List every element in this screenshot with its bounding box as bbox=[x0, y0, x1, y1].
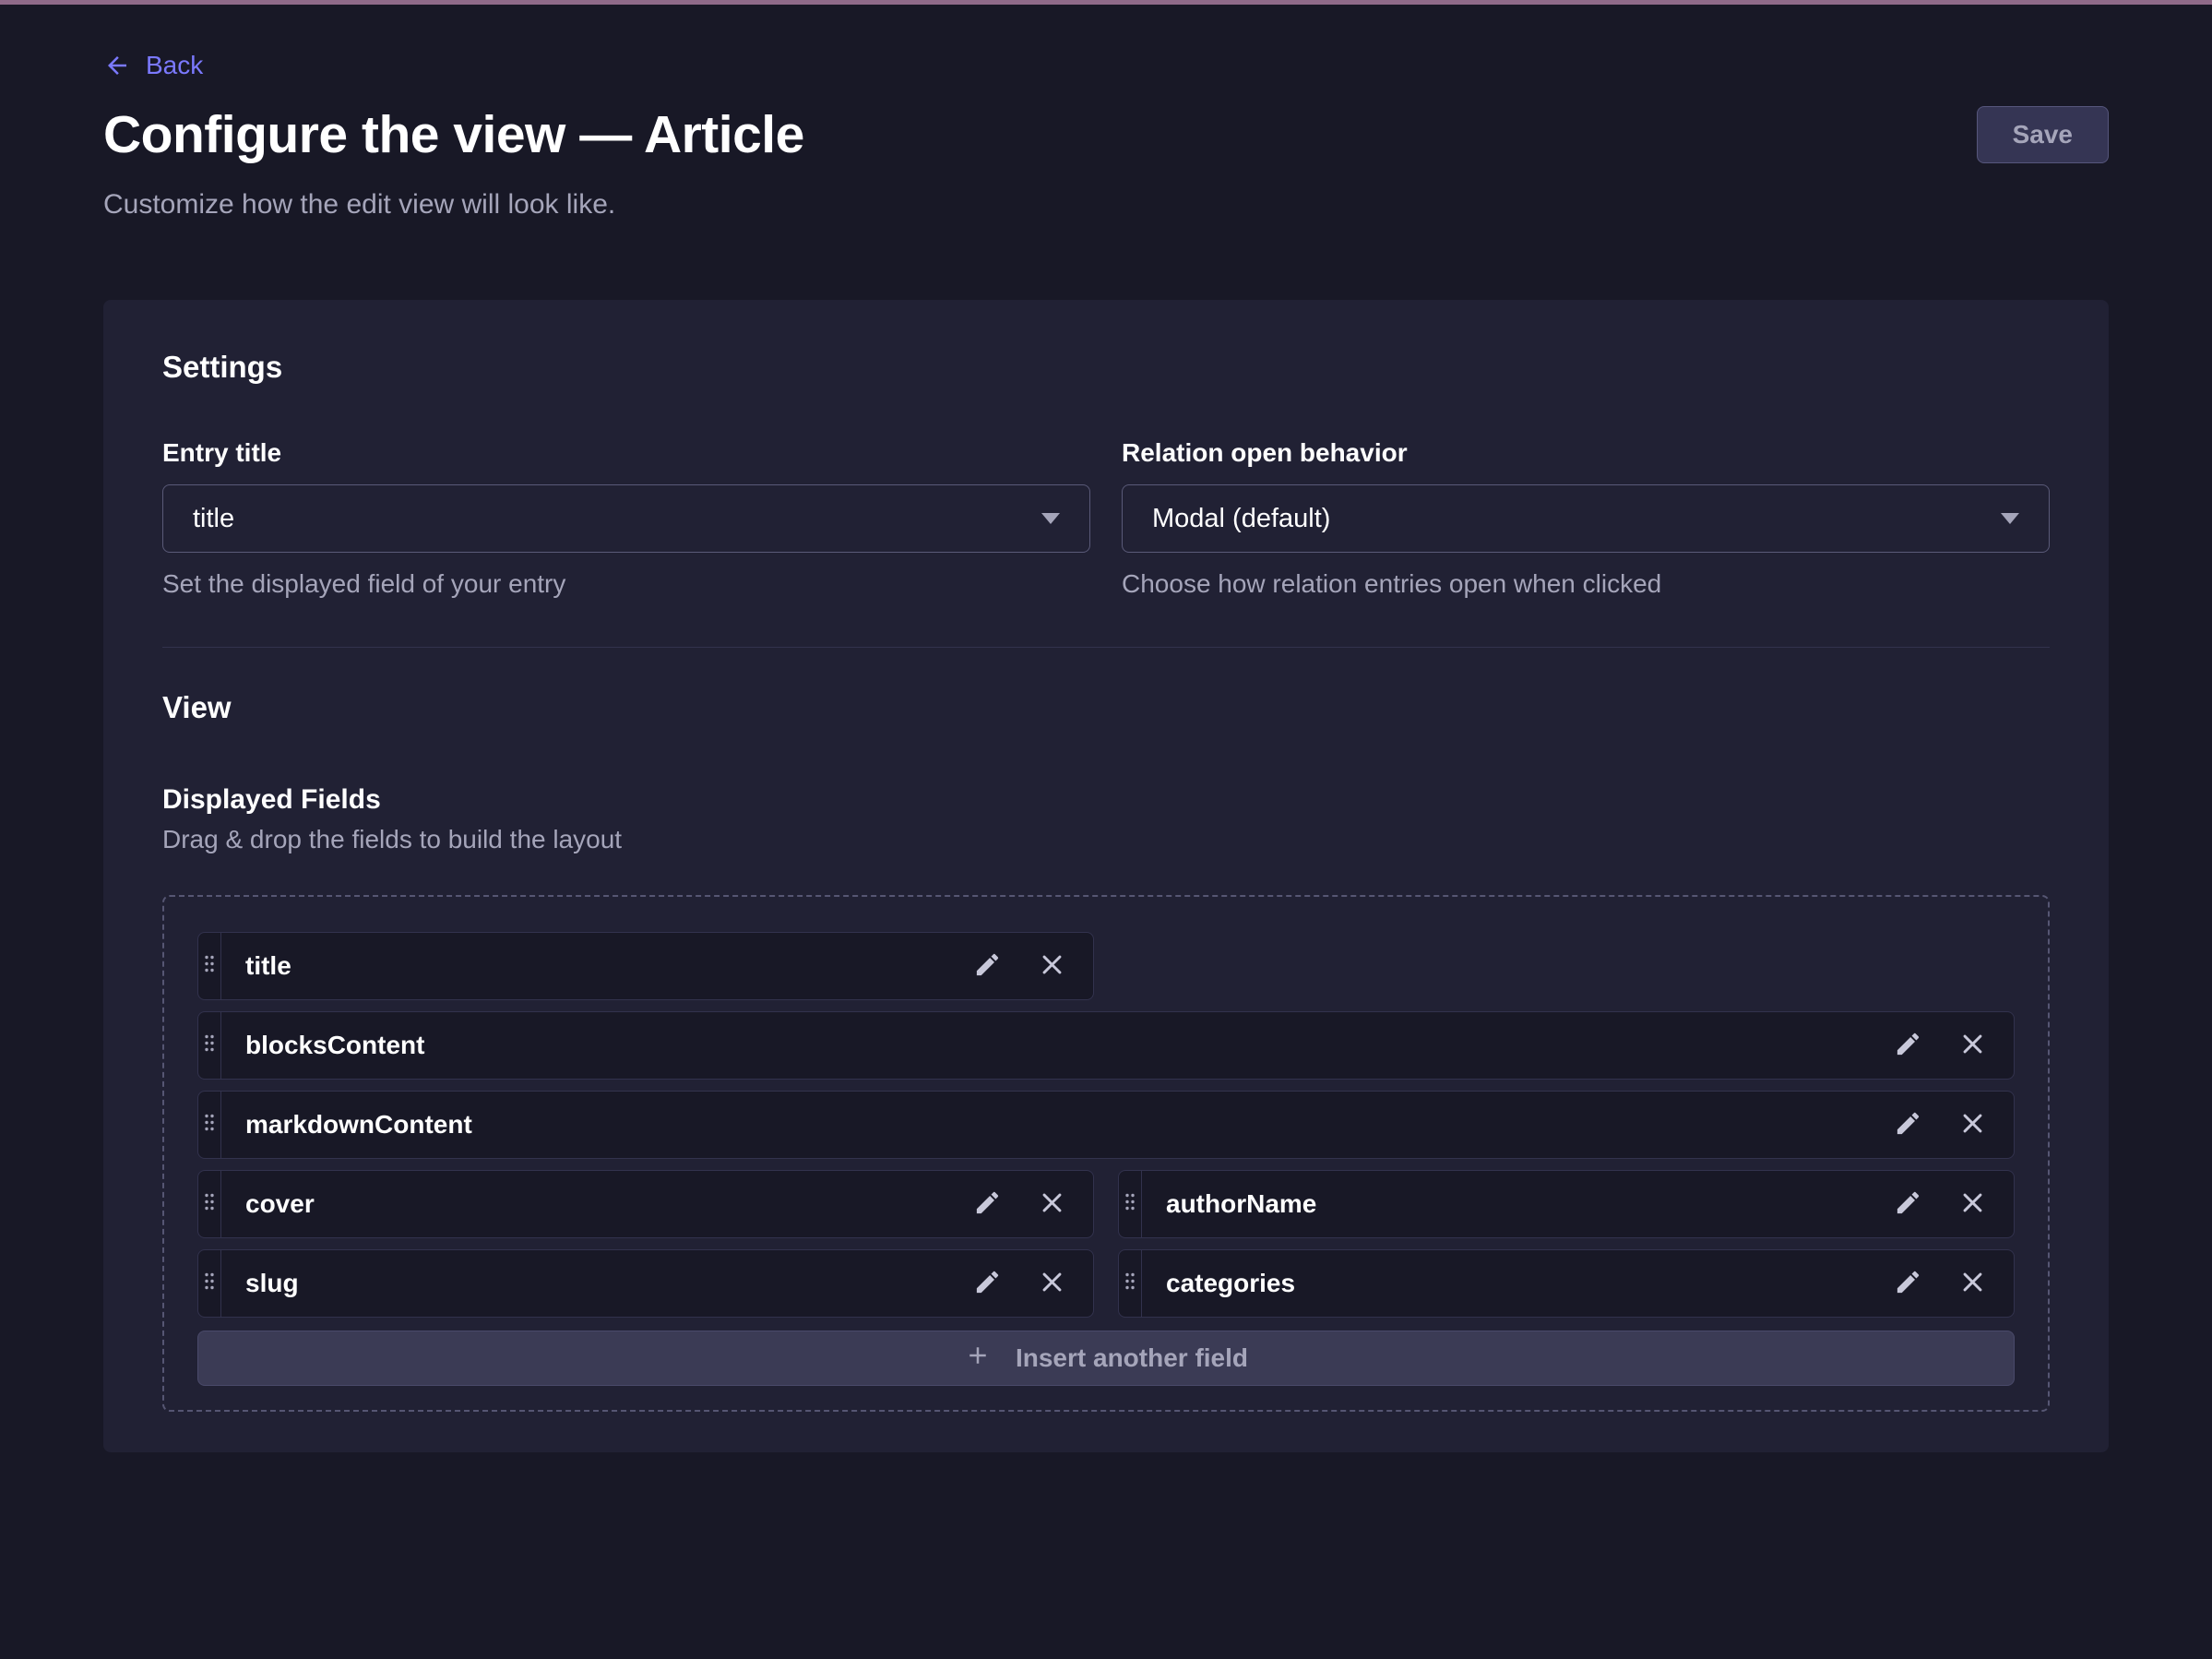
field-chip[interactable]: categories bbox=[1118, 1249, 2015, 1318]
drag-handle[interactable] bbox=[198, 1250, 221, 1317]
field-name: slug bbox=[221, 1269, 973, 1298]
entry-title-select[interactable]: title bbox=[162, 484, 1090, 553]
page-subtitle: Customize how the edit view will look li… bbox=[103, 189, 2109, 221]
pencil-icon bbox=[1894, 1109, 1922, 1140]
edit-field-button[interactable] bbox=[1894, 1109, 1922, 1140]
view-heading: View bbox=[162, 690, 2050, 725]
plus-icon bbox=[964, 1342, 992, 1376]
insert-field-label: Insert another field bbox=[1016, 1343, 1248, 1373]
field-name: authorName bbox=[1142, 1189, 1894, 1219]
field-actions bbox=[1894, 1012, 2014, 1079]
drag-dots-icon bbox=[204, 954, 215, 978]
page-title: Configure the view — Article bbox=[103, 104, 804, 165]
entry-title-label: Entry title bbox=[162, 438, 1090, 468]
field-chip[interactable]: cover bbox=[197, 1170, 1094, 1238]
field-actions bbox=[973, 1171, 1093, 1237]
displayed-fields-label: Displayed Fields bbox=[162, 784, 2050, 816]
drag-dots-icon bbox=[1124, 1192, 1136, 1216]
arrow-left-icon bbox=[103, 52, 131, 79]
field-name: blocksContent bbox=[221, 1031, 1894, 1060]
save-button[interactable]: Save bbox=[1977, 106, 2109, 163]
close-icon bbox=[1959, 1031, 1986, 1060]
page-header: Configure the view — Article Save bbox=[103, 104, 2109, 165]
remove-field-button[interactable] bbox=[1959, 1189, 1986, 1219]
close-icon bbox=[1039, 1269, 1065, 1298]
drag-dots-icon bbox=[1124, 1271, 1136, 1295]
drag-handle[interactable] bbox=[198, 1171, 221, 1237]
drag-dots-icon bbox=[204, 1113, 215, 1137]
drag-dots-icon bbox=[204, 1271, 215, 1295]
remove-field-button[interactable] bbox=[1959, 1269, 1986, 1298]
pencil-icon bbox=[973, 950, 1002, 982]
field-actions bbox=[1894, 1092, 2014, 1158]
close-icon bbox=[1039, 951, 1065, 981]
pencil-icon bbox=[973, 1188, 1002, 1220]
remove-field-button[interactable] bbox=[1959, 1110, 1986, 1140]
settings-form: Entry title title Set the displayed fiel… bbox=[162, 438, 2050, 599]
field-chip[interactable]: title bbox=[197, 932, 1094, 1000]
relation-behavior-hint: Choose how relation entries open when cl… bbox=[1122, 569, 2050, 599]
drag-handle[interactable] bbox=[1119, 1171, 1142, 1237]
pencil-icon bbox=[1894, 1030, 1922, 1061]
back-link-label: Back bbox=[146, 51, 203, 80]
settings-card: Settings Entry title title Set the displ… bbox=[103, 300, 2109, 1452]
entry-title-hint: Set the displayed field of your entry bbox=[162, 569, 1090, 599]
relation-behavior-field: Relation open behavior Modal (default) C… bbox=[1122, 438, 2050, 599]
edit-field-button[interactable] bbox=[973, 1268, 1002, 1299]
edit-field-button[interactable] bbox=[973, 1188, 1002, 1220]
field-name: categories bbox=[1142, 1269, 1894, 1298]
back-link[interactable]: Back bbox=[103, 51, 203, 80]
drag-handle[interactable] bbox=[198, 933, 221, 999]
close-icon bbox=[1959, 1189, 1986, 1219]
remove-field-button[interactable] bbox=[1039, 1269, 1065, 1298]
relation-behavior-select[interactable]: Modal (default) bbox=[1122, 484, 2050, 553]
close-icon bbox=[1039, 1189, 1065, 1219]
settings-heading: Settings bbox=[162, 350, 2050, 385]
field-chip[interactable]: authorName bbox=[1118, 1170, 2015, 1238]
drag-dots-icon bbox=[204, 1033, 215, 1057]
field-actions bbox=[1894, 1171, 2014, 1237]
field-chip[interactable]: blocksContent bbox=[197, 1011, 2015, 1080]
field-chip[interactable]: markdownContent bbox=[197, 1091, 2015, 1159]
layout-drop-zone: title bbox=[162, 895, 2050, 1412]
close-icon bbox=[1959, 1110, 1986, 1140]
relation-behavior-label: Relation open behavior bbox=[1122, 438, 2050, 468]
remove-field-button[interactable] bbox=[1039, 951, 1065, 981]
remove-field-button[interactable] bbox=[1959, 1031, 1986, 1060]
close-icon bbox=[1959, 1269, 1986, 1298]
edit-field-button[interactable] bbox=[1894, 1268, 1922, 1299]
field-chip[interactable]: slug bbox=[197, 1249, 1094, 1318]
drag-handle[interactable] bbox=[198, 1012, 221, 1079]
relation-behavior-select-value: Modal (default) bbox=[1152, 504, 1330, 534]
remove-field-button[interactable] bbox=[1039, 1189, 1065, 1219]
field-rows: title bbox=[197, 932, 2015, 1386]
chevron-down-icon bbox=[2001, 513, 2019, 524]
displayed-fields-hint: Drag & drop the fields to build the layo… bbox=[162, 825, 2050, 854]
insert-field-button[interactable]: Insert another field bbox=[197, 1331, 2015, 1386]
edit-field-button[interactable] bbox=[973, 950, 1002, 982]
field-actions bbox=[973, 1250, 1093, 1317]
configure-view-page: Back Configure the view — Article Save C… bbox=[0, 0, 2212, 1659]
field-name: title bbox=[221, 951, 973, 981]
pencil-icon bbox=[1894, 1268, 1922, 1299]
pencil-icon bbox=[1894, 1188, 1922, 1220]
drag-handle[interactable] bbox=[1119, 1250, 1142, 1317]
field-name: cover bbox=[221, 1189, 973, 1219]
drag-handle[interactable] bbox=[198, 1092, 221, 1158]
drag-dots-icon bbox=[204, 1192, 215, 1216]
field-name: markdownContent bbox=[221, 1110, 1894, 1140]
section-divider bbox=[162, 647, 2050, 648]
field-actions bbox=[1894, 1250, 2014, 1317]
entry-title-select-value: title bbox=[193, 504, 234, 534]
pencil-icon bbox=[973, 1268, 1002, 1299]
edit-field-button[interactable] bbox=[1894, 1030, 1922, 1061]
chevron-down-icon bbox=[1041, 513, 1060, 524]
entry-title-field: Entry title title Set the displayed fiel… bbox=[162, 438, 1090, 599]
field-actions bbox=[973, 933, 1093, 999]
edit-field-button[interactable] bbox=[1894, 1188, 1922, 1220]
